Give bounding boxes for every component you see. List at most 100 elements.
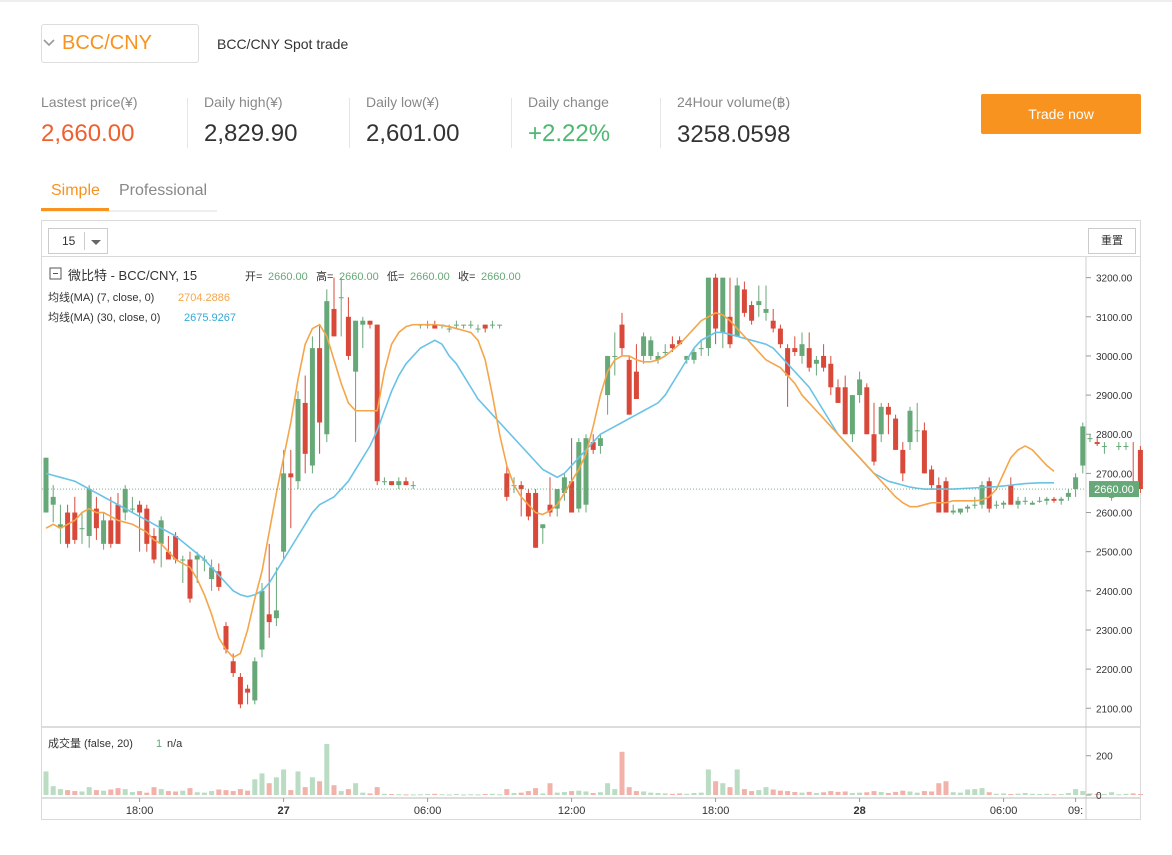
volume-bar — [525, 791, 531, 795]
volume-bar — [223, 790, 229, 795]
candle-body — [612, 355, 618, 357]
candle — [605, 355, 611, 415]
volume-bar — [770, 789, 776, 795]
candle — [396, 477, 402, 490]
candle — [1001, 500, 1007, 509]
time-tick-label: 09: — [1068, 805, 1083, 817]
price-tick-label: 3200.00 — [1096, 274, 1133, 285]
volume-bar — [986, 792, 992, 795]
candle — [821, 344, 827, 372]
candle-body — [741, 289, 747, 313]
candle — [900, 442, 906, 482]
volume-bar — [302, 787, 308, 795]
candle — [871, 402, 877, 466]
candle-body — [410, 485, 416, 487]
candle — [835, 379, 841, 403]
candle — [43, 457, 49, 513]
candle-body — [835, 387, 841, 403]
candle — [749, 301, 755, 325]
price-tick-label: 2800.00 — [1096, 430, 1133, 441]
volume-bar — [187, 788, 193, 795]
volume-bar — [353, 783, 359, 795]
candle-body — [864, 387, 870, 435]
volume-bar — [554, 792, 560, 795]
candle — [151, 528, 157, 564]
volume-bar — [230, 791, 236, 795]
volume-bar — [209, 791, 215, 795]
candle-body — [828, 363, 834, 388]
volume-bar — [518, 792, 524, 795]
candle-body — [943, 481, 949, 513]
candle-body — [821, 355, 827, 368]
volume-bar — [655, 793, 661, 795]
volume-bar — [583, 791, 589, 795]
candle-body — [1008, 485, 1014, 505]
volume-bar — [878, 792, 884, 795]
candle — [353, 320, 359, 443]
candle-body — [885, 406, 891, 415]
volume-bar — [813, 793, 819, 795]
volume-bar — [576, 790, 582, 795]
candle — [914, 402, 920, 443]
candle — [1029, 500, 1035, 505]
price-tick-label: 3100.00 — [1096, 313, 1133, 324]
candle — [288, 449, 294, 529]
candle-body — [489, 324, 495, 326]
volume-bar — [453, 794, 459, 796]
candle — [569, 438, 575, 513]
candle-body — [331, 308, 337, 337]
volume-bar — [1116, 794, 1122, 796]
candle — [720, 277, 726, 349]
candle — [907, 406, 913, 450]
candle-body — [907, 410, 913, 443]
time-tick-label: 12:00 — [558, 805, 586, 817]
volume-bar — [511, 793, 517, 795]
candle — [489, 320, 495, 329]
candle — [1058, 496, 1064, 505]
candle-body — [324, 301, 330, 435]
price-tick-label: 2700.00 — [1096, 469, 1133, 480]
candlestick-chart[interactable]: 3200.00 3100.00 3000.00 2900.00 2800.00 2700.… — [0, 0, 1172, 855]
time-tick-label: 06:00 — [990, 805, 1018, 817]
legend-volume-label: 成交量 (false, 20) — [48, 736, 133, 750]
volume-bar — [1058, 794, 1064, 796]
candle — [619, 312, 625, 356]
candle-body — [461, 324, 467, 326]
candle — [849, 395, 855, 443]
candle-body — [576, 442, 582, 509]
candle — [1022, 496, 1028, 505]
candle-body — [569, 481, 575, 513]
candle — [237, 673, 243, 709]
candle — [468, 320, 474, 329]
volume-bar — [122, 789, 128, 795]
candle — [972, 496, 978, 509]
volume-bar — [965, 789, 971, 795]
volume-bar — [806, 791, 812, 795]
candle — [1015, 496, 1021, 509]
price-tick-label: 2500.00 — [1096, 548, 1133, 559]
candle-body — [871, 434, 877, 462]
volume-bar — [957, 792, 963, 795]
candle — [648, 336, 654, 360]
candle — [1008, 477, 1014, 505]
candle — [317, 324, 323, 454]
candle — [727, 277, 733, 349]
volume-bar — [849, 793, 855, 795]
candle-body — [353, 320, 359, 372]
volume-bar — [677, 793, 683, 795]
candle-body — [367, 320, 373, 325]
candle-body — [72, 512, 78, 540]
candle-body — [533, 492, 539, 548]
candle — [943, 477, 949, 513]
candle-body — [1065, 492, 1071, 497]
candle — [612, 332, 618, 376]
candle — [626, 355, 632, 415]
candle — [813, 355, 819, 376]
volume-bar — [547, 783, 553, 795]
candle — [576, 438, 582, 513]
candle-body — [1116, 445, 1122, 447]
candle — [540, 524, 546, 544]
volume-bar — [439, 794, 445, 796]
candle — [367, 320, 373, 329]
volume-bar — [403, 794, 409, 796]
